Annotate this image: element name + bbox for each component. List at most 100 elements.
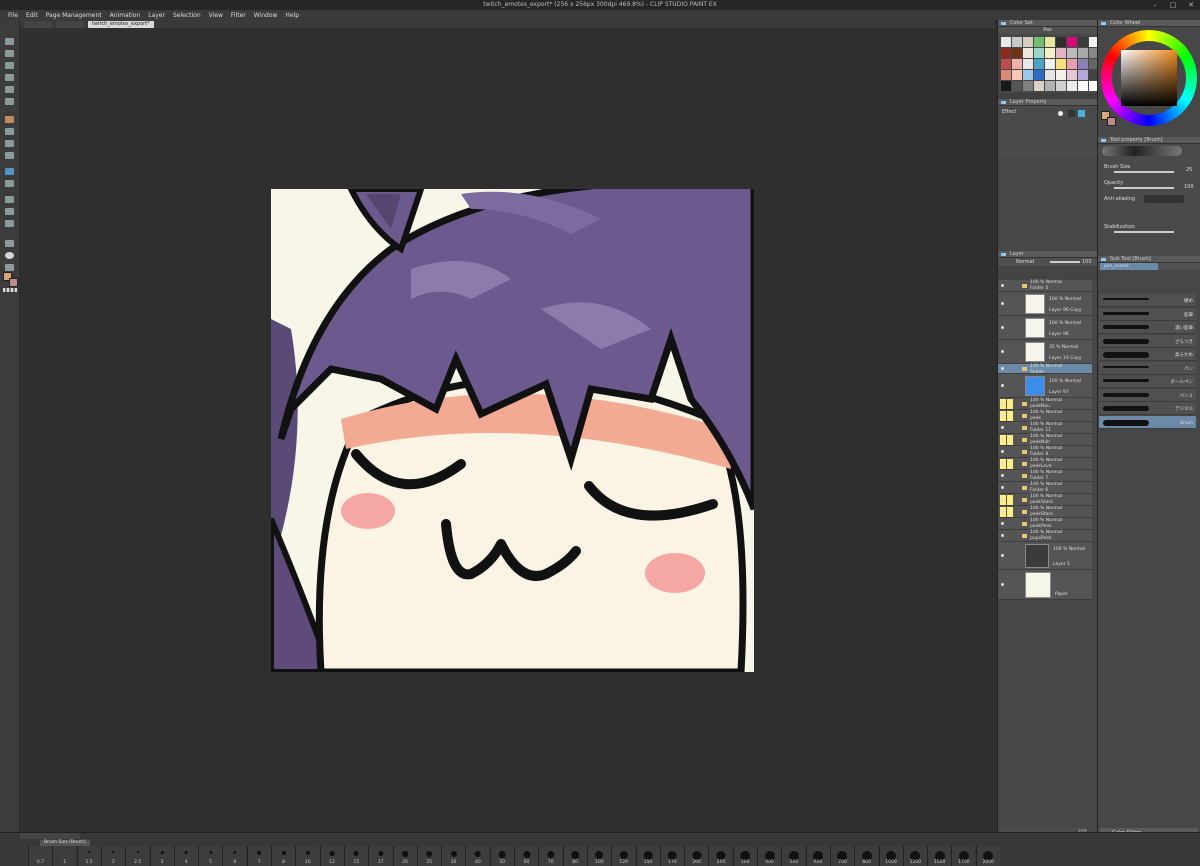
pencil-tool-icon[interactable] bbox=[5, 128, 14, 135]
menu-window[interactable]: Window bbox=[254, 12, 278, 19]
folder-icon[interactable] bbox=[1022, 486, 1027, 490]
blend-mode-select[interactable]: Normal bbox=[1016, 259, 1034, 265]
color-swatch[interactable] bbox=[1045, 48, 1055, 58]
brush-size-option[interactable]: 300 bbox=[732, 846, 757, 866]
color-swatch[interactable] bbox=[1012, 59, 1022, 69]
layer-row[interactable]: 100 % Normal peekNou bbox=[998, 398, 1092, 410]
sub-tool-brush-item[interactable]: 鉛筆 bbox=[1099, 307, 1196, 321]
tool-opacity-slider[interactable] bbox=[1114, 187, 1174, 189]
brush-size-option[interactable]: 2.5 bbox=[125, 846, 150, 866]
layer-row[interactable]: 100 % Normal Folder 6 bbox=[998, 482, 1092, 494]
eyedropper-tool-icon[interactable] bbox=[5, 98, 14, 105]
color-swatch[interactable] bbox=[1023, 59, 1033, 69]
brush-size-option[interactable]: 15 bbox=[343, 846, 368, 866]
color-swatch[interactable] bbox=[1034, 81, 1044, 91]
color-swatch[interactable] bbox=[1001, 37, 1011, 47]
figure-tool-icon[interactable] bbox=[5, 220, 14, 227]
brush-size-option[interactable]: 50 bbox=[489, 846, 514, 866]
brush-size-option[interactable]: 800 bbox=[854, 846, 879, 866]
eye-icon[interactable] bbox=[1001, 450, 1004, 453]
brush-size-option[interactable]: 40 bbox=[465, 846, 490, 866]
brush-size-option[interactable]: 400 bbox=[757, 846, 781, 866]
color-swatch[interactable] bbox=[1056, 48, 1066, 58]
folder-icon[interactable] bbox=[1022, 462, 1027, 466]
eye-icon[interactable] bbox=[1001, 414, 1004, 417]
brush-size-option[interactable]: 100 bbox=[586, 846, 611, 866]
brush-size-option[interactable]: 60 bbox=[514, 846, 538, 866]
correct-line-tool-icon[interactable] bbox=[5, 264, 14, 271]
folder-icon[interactable] bbox=[1022, 414, 1027, 418]
eye-icon[interactable] bbox=[1001, 438, 1004, 441]
color-swatch[interactable] bbox=[1045, 37, 1055, 47]
brush-size-slider[interactable] bbox=[1114, 171, 1174, 173]
color-swatch[interactable] bbox=[1056, 59, 1066, 69]
color-swatch[interactable] bbox=[1023, 70, 1033, 80]
sub-tool-brush-item[interactable]: ざらつき bbox=[1099, 334, 1196, 348]
balloon-tool-icon[interactable] bbox=[5, 252, 14, 259]
layer-row[interactable]: 100 % Normal Folder 4 bbox=[998, 280, 1092, 292]
sub-tool-brush-item[interactable]: 濃い鉛筆 bbox=[1099, 321, 1196, 334]
color-swatch[interactable] bbox=[1012, 70, 1022, 80]
brush-size-option[interactable]: 20 bbox=[392, 846, 417, 866]
pen-tool-icon[interactable] bbox=[5, 116, 14, 123]
operation-tool-icon[interactable] bbox=[5, 62, 14, 69]
maximize-icon[interactable]: □ bbox=[1164, 0, 1182, 10]
saturation-value-square[interactable] bbox=[1121, 50, 1177, 106]
eye-icon[interactable] bbox=[1001, 474, 1004, 477]
color-swatch[interactable] bbox=[1078, 81, 1088, 91]
color-swatch[interactable] bbox=[1001, 48, 1011, 58]
color-swatch[interactable] bbox=[1001, 70, 1011, 80]
brush-size-option[interactable]: 1200 bbox=[902, 846, 927, 866]
color-swatch[interactable] bbox=[1067, 59, 1077, 69]
airbrush-tool-icon[interactable] bbox=[5, 152, 14, 159]
anti-aliasing-selector[interactable] bbox=[1144, 195, 1184, 203]
layer-panel-header[interactable]: Layer bbox=[998, 251, 1097, 258]
layer-property-panel-header[interactable]: Layer Property bbox=[998, 99, 1097, 106]
brush-size-option[interactable]: 1 bbox=[52, 846, 77, 866]
layer-row[interactable]: 100 % Normal peek bbox=[998, 410, 1092, 422]
sub-tool-brush-item[interactable]: ペン２ bbox=[1099, 388, 1196, 402]
layer-row[interactable]: 100 % Normal Layer 1 bbox=[998, 542, 1092, 570]
eye-icon[interactable] bbox=[1001, 426, 1004, 429]
color-swatch[interactable] bbox=[1045, 70, 1055, 80]
layer-row[interactable]: 100 % Normal pupsPeek bbox=[998, 530, 1092, 542]
menu-help[interactable]: Help bbox=[285, 12, 299, 19]
brush-size-option[interactable]: 150 bbox=[635, 846, 660, 866]
effect-border-icon[interactable] bbox=[1058, 111, 1063, 116]
eye-icon[interactable] bbox=[1001, 486, 1004, 489]
folder-icon[interactable] bbox=[1022, 284, 1027, 288]
layer-row[interactable]: 100 % Normal peekStare bbox=[998, 506, 1092, 518]
eye-icon[interactable] bbox=[1001, 534, 1004, 537]
brush-size-option[interactable]: 1500 bbox=[927, 846, 952, 866]
gradient-tool-icon[interactable] bbox=[5, 208, 14, 215]
brush-size-option[interactable]: 30 bbox=[441, 846, 466, 866]
color-swatch[interactable] bbox=[1078, 37, 1088, 47]
sub-tool-brush-item[interactable]: Brush bbox=[1099, 415, 1196, 429]
eye-icon[interactable] bbox=[1001, 384, 1004, 387]
brush-size-option[interactable]: 3 bbox=[149, 846, 174, 866]
sub-tool-brush-item[interactable]: 硬め bbox=[1099, 294, 1196, 307]
menu-filter[interactable]: Filter bbox=[231, 12, 246, 19]
layer-row[interactable]: 35 % Normal Layer 19 Copy bbox=[998, 340, 1092, 364]
folder-icon[interactable] bbox=[1022, 534, 1027, 538]
menu-view[interactable]: View bbox=[209, 12, 223, 19]
close-icon[interactable]: ✕ bbox=[1182, 0, 1200, 10]
zoom-tool-icon[interactable] bbox=[5, 50, 14, 57]
layer-row[interactable]: 100 % Normal peekPeek bbox=[998, 518, 1092, 530]
color-swatch[interactable] bbox=[1012, 48, 1022, 58]
layer-row[interactable]: 100 % Normal Folder 7 bbox=[998, 470, 1092, 482]
folder-icon[interactable] bbox=[1022, 450, 1027, 454]
brush-size-option[interactable]: 4 bbox=[173, 846, 198, 866]
color-swatch[interactable] bbox=[1034, 70, 1044, 80]
brush-size-option[interactable]: 17 bbox=[368, 846, 393, 866]
layer-row[interactable]: 100 % Normal Layer 96 Copy bbox=[998, 292, 1092, 316]
sub-tool-brush-item[interactable]: ボールペン bbox=[1099, 375, 1196, 388]
color-swatch[interactable] bbox=[1078, 59, 1088, 69]
color-swatch[interactable] bbox=[1056, 81, 1066, 91]
brush-size-option[interactable]: 25 bbox=[416, 846, 441, 866]
menu-selection[interactable]: Selection bbox=[173, 12, 201, 19]
decoration-tool-icon[interactable] bbox=[5, 168, 14, 175]
brush-size-option[interactable]: 170 bbox=[659, 846, 684, 866]
layer-row[interactable]: 100 % Normal Shade bbox=[998, 364, 1092, 375]
color-swatch[interactable] bbox=[1067, 48, 1077, 58]
